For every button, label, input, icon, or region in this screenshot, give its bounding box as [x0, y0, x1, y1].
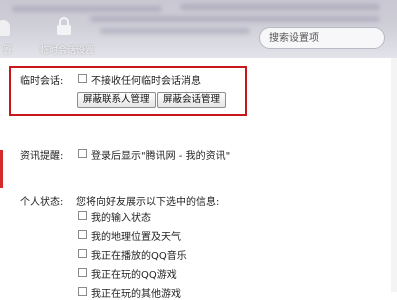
blurred-background-text	[90, 16, 380, 22]
blurred-background-text	[12, 6, 162, 12]
status-item-label[interactable]: 我正在播放的QQ音乐	[91, 247, 187, 262]
block-contacts-button[interactable]: 屏蔽联系人管理	[77, 92, 156, 108]
status-checkbox-qq-game[interactable]	[78, 268, 87, 277]
status-item-label[interactable]: 我正在玩的QQ游戏	[91, 266, 177, 281]
header-item-label: 置	[3, 46, 13, 56]
block-sessions-button[interactable]: 屏蔽会话管理	[157, 92, 227, 108]
search-input[interactable]	[269, 31, 369, 45]
status-item-label[interactable]: 我正在玩的其他游戏	[91, 285, 181, 300]
status-item-label[interactable]: 我的输入状态	[91, 209, 151, 224]
news-checkbox-label[interactable]: 登录后显示"腾讯网 - 我的资讯"	[91, 147, 230, 162]
status-checkbox-music[interactable]	[78, 249, 87, 258]
status-item-label[interactable]: 我的地理位置及天气	[91, 228, 181, 243]
news-label: 资讯提醒:	[20, 151, 64, 162]
blurred-background-text	[180, 4, 380, 10]
search-box[interactable]	[259, 27, 385, 49]
temp-session-label: 临时会话:	[20, 76, 64, 87]
temp-session-checkbox-label[interactable]: 不接收任何临时会话消息	[91, 72, 201, 87]
scrollbar[interactable]	[391, 58, 397, 292]
temp-session-checkbox[interactable]	[78, 74, 87, 83]
blurred-background-text	[100, 28, 250, 34]
sidebar-active-indicator	[0, 150, 3, 188]
personal-status-label: 个人状态:	[20, 197, 64, 208]
status-checkbox-location[interactable]	[78, 230, 87, 239]
user-icon[interactable]	[0, 20, 10, 36]
lock-icon[interactable]	[57, 17, 71, 35]
lock-tab-label[interactable]: 临时会话设置	[40, 43, 94, 56]
personal-status-description: 您将向好友展示以下选中的信息:	[76, 197, 220, 208]
news-checkbox[interactable]	[78, 149, 87, 158]
settings-header: 置 临时会话设置	[0, 0, 397, 58]
status-checkbox-typing[interactable]	[78, 211, 87, 220]
